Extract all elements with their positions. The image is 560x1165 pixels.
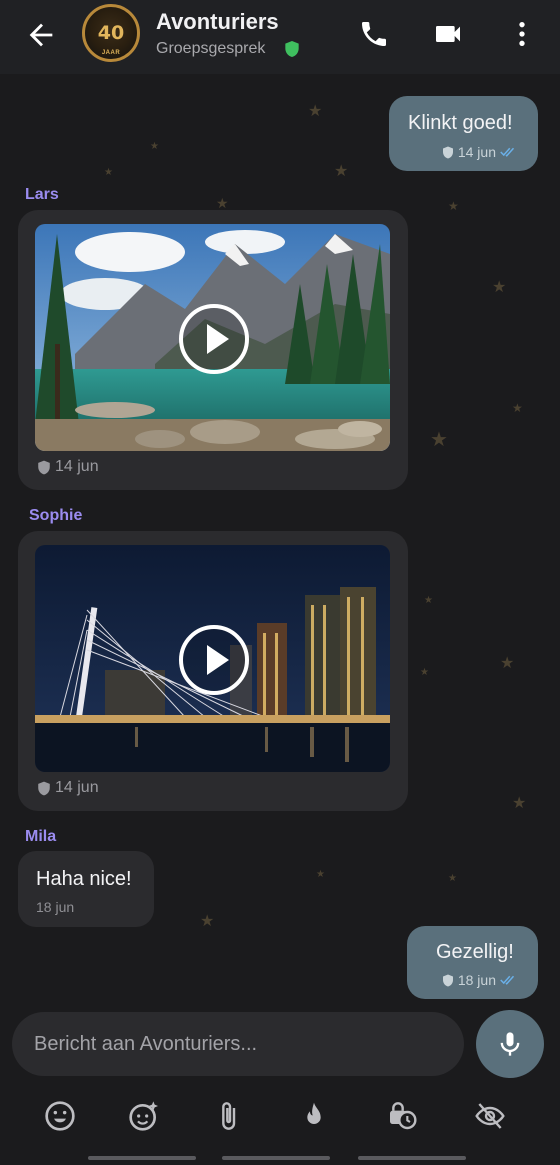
message-meta: 14 jun	[37, 458, 99, 476]
background-star: ★	[448, 873, 457, 884]
more-options-icon[interactable]	[506, 18, 538, 50]
attach-icon[interactable]	[212, 1100, 244, 1132]
group-avatar[interactable]: 40 JAAR	[82, 4, 140, 62]
message-meta: 14 jun	[442, 144, 518, 160]
background-star: ★	[512, 401, 523, 415]
sender-name[interactable]: Sophie	[29, 507, 82, 525]
shield-icon	[38, 460, 50, 474]
read-check-icon	[500, 975, 515, 985]
shield-icon	[442, 974, 453, 986]
play-button[interactable]	[178, 303, 249, 374]
background-star: ★	[424, 595, 433, 606]
back-arrow-icon[interactable]	[24, 18, 58, 52]
background-star: ★	[308, 103, 323, 120]
eye-off-icon[interactable]	[474, 1100, 506, 1132]
message-date: 18 jun	[457, 972, 496, 988]
message-text: Klinkt goed!	[408, 112, 513, 134]
incoming-video-message[interactable]: 14 jun	[18, 531, 408, 811]
incoming-video-message[interactable]: 14 jun	[18, 210, 408, 490]
message-date: 14 jun	[457, 144, 496, 160]
background-star: ★	[430, 429, 448, 451]
chat-header: 40 JAAR Avonturiers Groepsgesprek	[0, 0, 560, 74]
sticker-icon[interactable]	[128, 1100, 160, 1132]
read-check-icon	[500, 147, 515, 157]
message-meta: 18 jun	[442, 972, 518, 988]
message-meta: 18 jun	[36, 899, 74, 915]
shield-icon	[38, 781, 50, 795]
message-text: Gezellig!	[436, 941, 514, 963]
background-star: ★	[200, 913, 215, 930]
message-date: 14 jun	[55, 779, 99, 796]
message-text: Haha nice!	[36, 868, 132, 890]
timer-lock-icon[interactable]	[386, 1100, 418, 1132]
nav-handle	[88, 1156, 196, 1160]
video-thumbnail[interactable]	[35, 545, 390, 772]
background-star: ★	[500, 655, 515, 672]
chat-subtitle: Groepsgesprek	[156, 40, 266, 57]
composer-toolbar	[0, 1094, 560, 1138]
incoming-message[interactable]: Haha nice! 18 jun	[18, 851, 154, 927]
emoji-icon[interactable]	[44, 1100, 76, 1132]
background-star: ★	[420, 667, 429, 678]
play-button[interactable]	[178, 624, 249, 695]
background-star: ★	[492, 279, 507, 296]
sender-name[interactable]: Mila	[25, 828, 56, 846]
background-star: ★	[448, 199, 459, 213]
video-thumbnail[interactable]	[35, 224, 390, 451]
outgoing-message[interactable]: Klinkt goed! 14 jun	[389, 96, 538, 171]
background-star: ★	[512, 795, 527, 812]
background-star: ★	[104, 167, 113, 178]
background-star: ★	[216, 195, 229, 211]
message-composer	[12, 1012, 464, 1076]
message-meta: 14 jun	[37, 779, 99, 797]
background-star: ★	[316, 869, 325, 880]
message-input[interactable]	[32, 1031, 444, 1057]
background-star: ★	[150, 141, 159, 152]
chat-title[interactable]: Avonturiers	[156, 9, 279, 35]
message-date: 14 jun	[55, 458, 99, 475]
avatar-number: 40	[97, 22, 125, 44]
microphone-icon	[500, 1032, 520, 1056]
outgoing-message[interactable]: Gezellig! 18 jun	[407, 926, 538, 999]
video-call-icon[interactable]	[432, 18, 464, 50]
microphone-button[interactable]	[476, 1010, 544, 1078]
sender-name[interactable]: Lars	[25, 186, 59, 204]
avatar-caption: JAAR	[101, 50, 121, 56]
flame-icon[interactable]	[298, 1100, 330, 1132]
background-star: ★	[334, 163, 349, 180]
message-date: 18 jun	[36, 899, 75, 915]
shield-icon	[442, 146, 453, 158]
nav-handle	[358, 1156, 466, 1160]
phone-icon[interactable]	[358, 18, 390, 50]
nav-handle	[222, 1156, 330, 1160]
verified-shield-icon	[285, 41, 299, 57]
